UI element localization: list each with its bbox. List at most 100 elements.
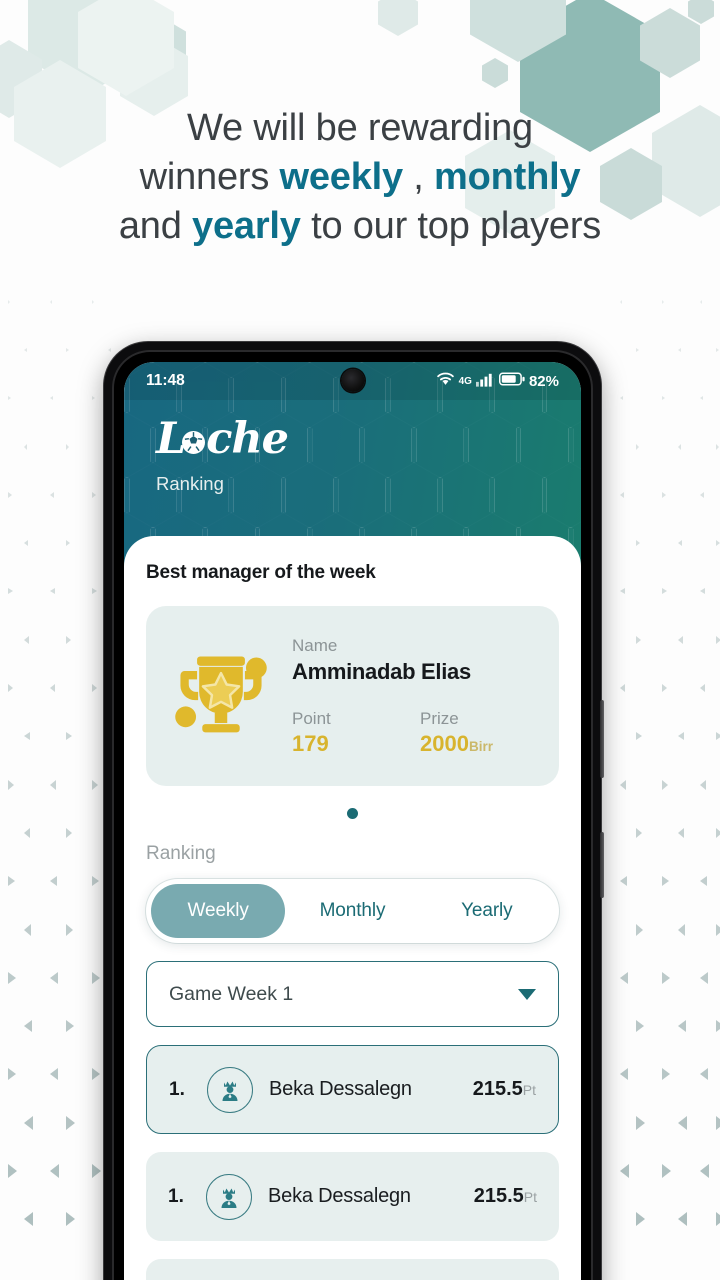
table-row[interactable]: 1. Beka Dessalegn 215.5Pt [146, 1045, 559, 1134]
signal-bars-icon [475, 372, 495, 391]
points-unit: Pt [523, 1189, 537, 1205]
triangle-decor [24, 1020, 32, 1032]
prize-value-wrap: 2000Birr [420, 731, 548, 757]
triangle-decor [700, 492, 704, 498]
triangle-decor [66, 348, 69, 352]
triangle-decor [50, 972, 58, 984]
player-points: 215.5Pt [472, 1078, 536, 1100]
triangle-decor [92, 300, 94, 304]
rank-number: 1. [169, 1078, 185, 1100]
triangle-decor [678, 732, 684, 740]
best-manager-card[interactable]: Name Amminadab Elias Point 179 Prize 200… [146, 606, 559, 786]
soccer-ball-icon [182, 431, 206, 454]
triangle-decor [620, 684, 625, 692]
triangle-decor [716, 540, 720, 546]
triangle-decor [678, 636, 683, 644]
triangle-decor [92, 684, 97, 692]
triangle-decor [66, 1116, 75, 1130]
game-week-select[interactable]: Game Week 1 [146, 961, 559, 1027]
trophy-icon [156, 644, 286, 748]
triangle-decor [678, 540, 682, 546]
triangle-decor [636, 828, 642, 838]
triangle-decor [662, 1164, 671, 1178]
triangle-decor [8, 588, 13, 594]
page-headline: We will be rewarding winners weekly , mo… [0, 104, 720, 251]
triangle-decor [678, 444, 681, 450]
triangle-decor [620, 1068, 628, 1080]
triangle-decor [50, 300, 52, 304]
triangle-decor [8, 780, 14, 790]
phone-power-button[interactable] [600, 832, 604, 898]
triangle-decor [8, 300, 10, 304]
headline-line-2-mid: , [402, 156, 435, 198]
triangle-decor [8, 1164, 17, 1178]
triangle-decor [700, 972, 708, 984]
triangle-decor [636, 348, 639, 352]
headline-line-1: We will be rewarding [187, 107, 533, 149]
triangle-decor [662, 876, 669, 886]
triangle-decor [92, 1164, 101, 1178]
triangle-decor [620, 300, 622, 304]
triangle-decor [50, 684, 55, 692]
headline-accent-monthly: monthly [434, 156, 581, 198]
player-points: 215.5Pt [473, 1185, 537, 1207]
manager-crown-icon [206, 1173, 252, 1220]
triangle-decor [8, 684, 13, 692]
triangle-decor [92, 588, 97, 594]
triangle-decor [636, 924, 643, 936]
prize-value: 2000 [420, 730, 469, 756]
table-row[interactable] [146, 1259, 559, 1280]
best-manager-name: Amminadab Elias [292, 658, 471, 684]
player-name: Beka Dessalegn [268, 1185, 411, 1207]
app-logo: L che [124, 400, 581, 461]
best-manager-info: Name Amminadab Elias Point 179 Prize 200… [286, 636, 548, 757]
triangle-decor [700, 1068, 708, 1080]
triangle-decor [24, 636, 29, 644]
logo-letter-l: L [156, 414, 186, 464]
triangle-decor [66, 828, 72, 838]
tab-monthly[interactable]: Monthly [285, 884, 419, 938]
triangle-decor [50, 396, 53, 400]
triangle-decor [716, 348, 719, 352]
player-name: Beka Dessalegn [269, 1078, 412, 1100]
triangle-decor [620, 876, 627, 886]
game-week-value: Game Week 1 [169, 982, 294, 1005]
content-sheet: Best manager of the week Name Amminadab … [124, 536, 581, 1280]
point-stat: Point 179 [292, 709, 420, 757]
tab-yearly[interactable]: Yearly [420, 884, 554, 938]
triangle-decor [24, 732, 30, 740]
triangle-decor [24, 540, 28, 546]
triangle-decor [636, 1020, 644, 1032]
triangle-decor [92, 876, 99, 886]
triangle-decor [108, 348, 111, 352]
triangle-decor [662, 588, 667, 594]
triangle-decor [50, 1068, 58, 1080]
triangle-decor [716, 732, 720, 740]
table-row[interactable]: 1. Beka Dessalegn 215.5Pt [146, 1152, 559, 1241]
tab-weekly[interactable]: Weekly [151, 884, 286, 938]
triangle-decor [636, 636, 641, 644]
triangle-decor [8, 396, 11, 400]
triangle-decor [66, 732, 72, 740]
triangle-decor [24, 1212, 33, 1226]
triangle-decor [24, 1116, 33, 1130]
carousel-dot-active[interactable] [347, 808, 358, 819]
triangle-decor [8, 972, 16, 984]
app-screen: 11:48 4G 82% L che Ranking Best manager … [124, 362, 581, 1280]
triangle-decor [8, 1068, 16, 1080]
triangle-decor [700, 684, 705, 692]
triangle-decor [66, 636, 71, 644]
phone-volume-button[interactable] [600, 700, 604, 778]
triangle-decor [716, 828, 720, 838]
triangle-decor [678, 828, 684, 838]
triangle-decor [92, 972, 100, 984]
triangle-decor [620, 780, 626, 790]
triangle-decor [66, 1020, 74, 1032]
triangle-decor [50, 876, 57, 886]
triangle-decor [24, 444, 27, 450]
phone-mockup: 11:48 4G 82% L che Ranking Best manager … [104, 342, 604, 1280]
triangle-decor [700, 1164, 709, 1178]
page-title: Ranking [156, 473, 224, 494]
triangle-decor [50, 492, 54, 498]
triangle-decor [700, 780, 706, 790]
